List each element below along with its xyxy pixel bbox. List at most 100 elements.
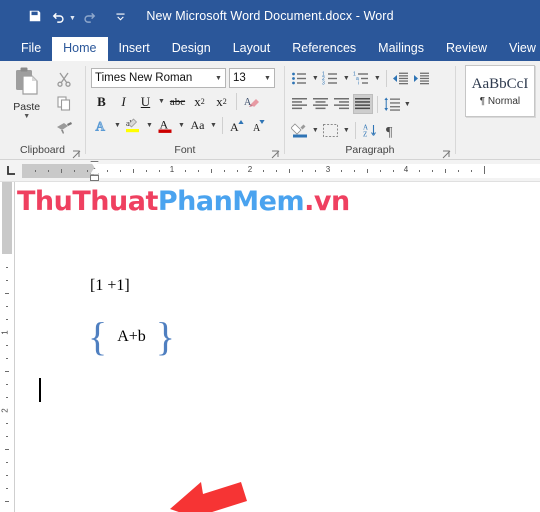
tab-review[interactable]: Review xyxy=(435,37,498,62)
tab-home[interactable]: Home xyxy=(52,36,108,61)
divider xyxy=(235,93,237,110)
horizontal-ruler[interactable]: 1 2 3 4 xyxy=(22,160,540,181)
highlight-dropdown-icon[interactable]: ▼ xyxy=(145,122,154,129)
font-name-value: Times New Roman xyxy=(94,72,193,84)
increase-indent-icon[interactable] xyxy=(412,68,432,88)
group-label-paragraph: Paragraph xyxy=(345,144,395,156)
chevron-down-icon[interactable]: ▼ xyxy=(215,75,222,82)
copy-icon[interactable] xyxy=(52,92,76,114)
superscript-button[interactable]: x2 xyxy=(211,91,232,112)
svg-text:¶: ¶ xyxy=(386,125,393,138)
font-size-combobox[interactable]: 13 ▼ xyxy=(228,68,275,88)
ribbon-group-paragraph: ▼ 1 2 3 ▼ 1 a i ▼ ▼ ▼ ▼ A Z ¶ Paragraph xyxy=(285,61,455,160)
shrink-font-button[interactable]: A xyxy=(249,115,270,136)
shading-dropdown-icon[interactable]: ▼ xyxy=(311,127,320,134)
font-color-button[interactable]: A xyxy=(155,115,176,136)
decrease-indent-icon[interactable] xyxy=(391,68,411,88)
ribbon-tab-bar: File Home Insert Design Layout Reference… xyxy=(0,32,540,61)
justify-icon[interactable] xyxy=(352,94,373,114)
bullets-dropdown-icon[interactable]: ▼ xyxy=(311,75,320,82)
document-page[interactable]: ThuThuatPhanMem.vn [1 +1] { A+b } xyxy=(14,182,540,512)
text-insertion-caret xyxy=(39,378,41,402)
align-right-icon[interactable] xyxy=(332,94,352,114)
equation-field[interactable]: { A+b } xyxy=(88,314,175,359)
watermark-part-3: .vn xyxy=(304,186,350,217)
paste-dropdown-icon[interactable]: ▼ xyxy=(23,113,30,120)
undo-dropdown-icon[interactable]: ▼ xyxy=(69,15,76,22)
multilevel-list-icon[interactable]: 1 a i xyxy=(352,68,372,88)
vertical-ruler[interactable]: 1 2 xyxy=(0,182,14,512)
strikethrough-button[interactable]: abc xyxy=(167,91,188,112)
svg-text:A: A xyxy=(95,118,105,133)
svg-text:3: 3 xyxy=(322,80,325,85)
subscript-index: 2 xyxy=(200,97,205,106)
chevron-down-icon[interactable]: ▼ xyxy=(264,75,271,82)
left-indent-marker[interactable] xyxy=(90,174,99,181)
text-highlight-color-button[interactable]: ab xyxy=(123,115,144,136)
superscript-index: 2 xyxy=(222,97,227,106)
borders-icon[interactable] xyxy=(321,120,341,140)
paste-button[interactable]: Paste ▼ xyxy=(5,65,48,120)
tab-layout[interactable]: Layout xyxy=(222,37,282,62)
word-application-window: ▼ New Microsoft Word Document.docx - Wor… xyxy=(0,0,540,512)
bold-button[interactable]: B xyxy=(91,91,112,112)
multilevel-dropdown-icon[interactable]: ▼ xyxy=(373,75,382,82)
watermark-part-1: ThuThuat xyxy=(17,186,158,217)
font-color-dropdown-icon[interactable]: ▼ xyxy=(177,122,186,129)
borders-dropdown-icon[interactable]: ▼ xyxy=(342,127,351,134)
line-spacing-icon[interactable] xyxy=(382,94,402,114)
shading-icon[interactable] xyxy=(290,120,310,140)
bullets-icon[interactable] xyxy=(290,68,310,88)
font-dialog-launcher[interactable] xyxy=(271,150,280,159)
grow-font-button[interactable]: A xyxy=(227,115,248,136)
style-preview-text: AaBbCcI xyxy=(471,75,529,92)
tab-mailings[interactable]: Mailings xyxy=(367,37,435,62)
ribbon-group-font: Times New Roman ▼ 13 ▼ B I U ▼ abc x 2 x… xyxy=(86,61,284,160)
align-center-icon[interactable] xyxy=(311,94,331,114)
tab-file[interactable]: File xyxy=(10,37,52,62)
underline-button[interactable]: U xyxy=(135,91,156,112)
tab-insert[interactable]: Insert xyxy=(108,37,161,62)
subscript-button[interactable]: x2 xyxy=(189,91,210,112)
divider xyxy=(376,95,378,113)
show-formatting-marks-icon[interactable]: ¶ xyxy=(381,120,401,140)
ruler-number: 4 xyxy=(403,164,409,174)
text-effects-button[interactable]: A xyxy=(91,115,112,136)
ruler-number: 3 xyxy=(325,164,331,174)
change-case-dropdown-icon[interactable]: ▼ xyxy=(209,122,218,129)
underline-dropdown-icon[interactable]: ▼ xyxy=(157,98,166,105)
cut-icon[interactable] xyxy=(52,68,76,90)
font-name-combobox[interactable]: Times New Roman ▼ xyxy=(90,68,226,88)
equation-left-brace: { xyxy=(88,314,108,359)
customize-quick-access-toolbar-button[interactable] xyxy=(110,5,132,27)
document-workspace: 1 2 ThuThuatPhanMem.vn [1 +1] { A+b } xyxy=(0,182,540,512)
left-tab-stop-selector-icon[interactable] xyxy=(0,160,22,182)
tab-references[interactable]: References xyxy=(281,37,367,62)
ribbon-group-styles: AaBbCcI ¶ Normal xyxy=(456,61,540,160)
paragraph-dialog-launcher[interactable] xyxy=(442,150,451,159)
change-case-button[interactable]: Aa xyxy=(187,115,208,136)
numbering-dropdown-icon[interactable]: ▼ xyxy=(342,75,351,82)
ruler-bar: 1 2 3 4 xyxy=(0,160,540,182)
site-watermark: ThuThuatPhanMem.vn xyxy=(17,186,350,217)
clear-all-formatting-icon[interactable]: A xyxy=(241,91,262,112)
ruler-top-margin xyxy=(2,182,12,254)
red-arrow-annotation xyxy=(170,482,247,512)
paste-label: Paste xyxy=(13,101,41,113)
equation-right-brace: } xyxy=(155,314,175,359)
line-spacing-dropdown-icon[interactable]: ▼ xyxy=(403,101,412,108)
text-effects-dropdown-icon[interactable]: ▼ xyxy=(113,122,122,129)
save-button[interactable] xyxy=(24,5,46,27)
undo-button[interactable] xyxy=(48,5,70,27)
format-painter-icon[interactable] xyxy=(52,116,76,138)
italic-button[interactable]: I xyxy=(113,91,134,112)
ribbon-group-clipboard: Paste ▼ Clipboard xyxy=(0,61,85,160)
numbering-icon[interactable]: 1 2 3 xyxy=(321,68,341,88)
tab-design[interactable]: Design xyxy=(161,37,222,62)
sort-icon[interactable]: A Z xyxy=(360,120,380,140)
svg-text:Z: Z xyxy=(363,130,367,138)
tab-view[interactable]: View xyxy=(498,37,540,62)
clipboard-dialog-launcher[interactable] xyxy=(72,150,81,159)
style-normal-button[interactable]: AaBbCcI ¶ Normal xyxy=(464,65,535,117)
align-left-icon[interactable] xyxy=(290,94,310,114)
